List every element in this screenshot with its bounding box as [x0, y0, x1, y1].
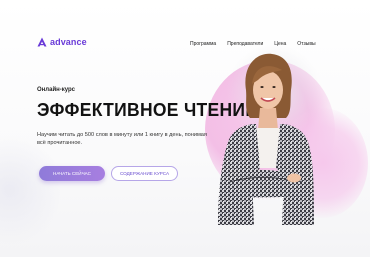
logo-text: advance: [50, 37, 87, 47]
landing-page: advance Программа Преподаватели Цена Отз…: [0, 0, 370, 257]
nav-item-teachers[interactable]: Преподаватели: [227, 41, 263, 47]
background-blob: [0, 130, 60, 250]
teacher-photo: [214, 50, 314, 225]
hero-description: Научим читать до 500 слов в минуту или 1…: [37, 132, 207, 146]
start-now-button[interactable]: НАЧАТЬ СЕЙЧАС: [39, 166, 105, 181]
nav-item-price[interactable]: Цена: [274, 41, 286, 47]
hero-eyebrow: Онлайн-курс: [37, 87, 76, 93]
advance-logo-icon: [37, 37, 47, 47]
course-content-button[interactable]: СОДЕРЖАНИЕ КУРСА: [111, 166, 178, 181]
main-nav: Программа Преподаватели Цена Отзывы: [190, 41, 316, 47]
nav-item-reviews[interactable]: Отзывы: [297, 41, 315, 47]
logo[interactable]: advance: [37, 37, 87, 47]
nav-item-program[interactable]: Программа: [190, 41, 216, 47]
